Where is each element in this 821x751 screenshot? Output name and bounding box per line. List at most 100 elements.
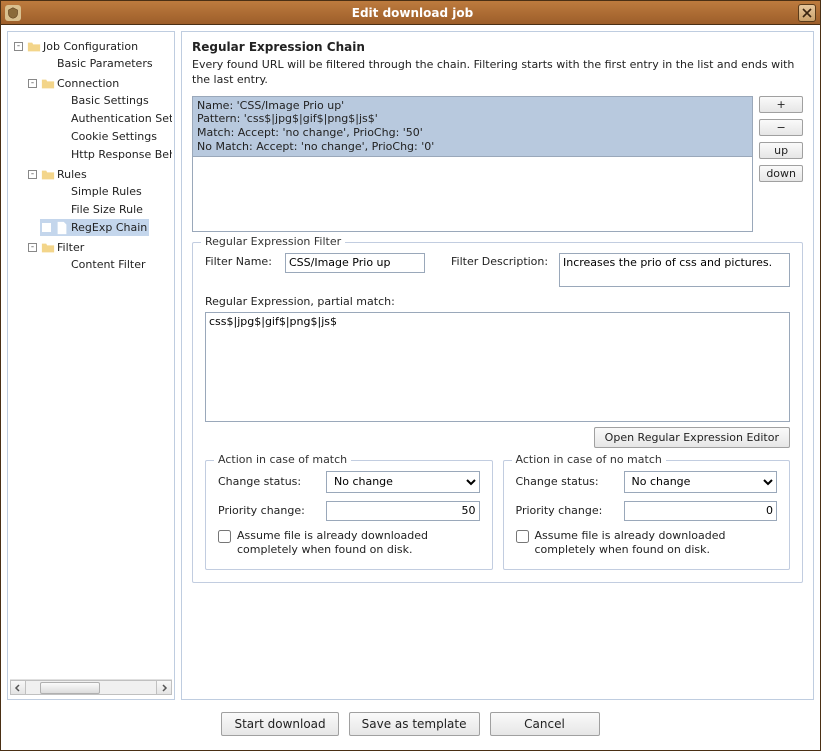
tree-label: Content Filter: [71, 256, 146, 273]
tree-label: Rules: [57, 166, 87, 183]
tree-item-basic-settings[interactable]: Basic Settings: [40, 92, 151, 109]
tree-item-rules[interactable]: - Rules: [26, 166, 89, 183]
page-icon: [55, 112, 69, 126]
remove-chain-button[interactable]: −: [759, 119, 803, 136]
regex-filter-legend: Regular Expression Filter: [201, 235, 345, 248]
tree-item-connection[interactable]: - Connection: [26, 75, 121, 92]
filter-name-input[interactable]: [285, 253, 425, 273]
open-regex-editor-button[interactable]: Open Regular Expression Editor: [594, 427, 790, 448]
chain-row: Name: 'CSS/Image Prio up' Pattern: 'css$…: [192, 96, 803, 232]
nomatch-assume-checkbox[interactable]: [516, 530, 529, 543]
regex-filter-group: Regular Expression Filter Filter Name: F…: [192, 242, 803, 584]
page-icon: [41, 57, 55, 71]
collapse-icon[interactable]: -: [14, 42, 23, 51]
tree-item-file-size-rule[interactable]: File Size Rule: [40, 201, 145, 218]
start-download-button[interactable]: Start download: [221, 712, 338, 736]
dialog-footer: Start download Save as template Cancel: [7, 706, 814, 744]
nomatch-priority-input[interactable]: [624, 501, 778, 521]
nomatch-legend: Action in case of no match: [512, 453, 666, 466]
chain-list[interactable]: Name: 'CSS/Image Prio up' Pattern: 'css$…: [192, 96, 753, 232]
page-icon: [55, 221, 69, 235]
nav-tree-panel: - Job Configuration Basic Parameters - Co…: [7, 31, 175, 700]
match-legend: Action in case of match: [214, 453, 351, 466]
open-editor-row: Open Regular Expression Editor: [205, 431, 790, 444]
folder-icon: [27, 40, 41, 54]
page-icon: [55, 130, 69, 144]
tree-label: File Size Rule: [71, 201, 143, 218]
page-icon: [55, 203, 69, 217]
page-icon: [55, 258, 69, 272]
tree-horizontal-scrollbar[interactable]: [10, 679, 172, 695]
chain-buttons: + − up down: [759, 96, 803, 182]
nav-tree: - Job Configuration Basic Parameters - Co…: [10, 36, 172, 677]
save-as-template-button[interactable]: Save as template: [349, 712, 480, 736]
filter-name-label: Filter Name:: [205, 253, 277, 268]
tree-item-authentication-settings[interactable]: Authentication Settings: [40, 110, 172, 127]
add-chain-button[interactable]: +: [759, 96, 803, 113]
match-assume-checkbox[interactable]: [218, 530, 231, 543]
tree-label: Http Response Behaviour: [71, 146, 172, 163]
scroll-left-button[interactable]: [10, 680, 26, 695]
folder-icon: [41, 168, 55, 182]
page-icon: [55, 185, 69, 199]
section-description: Every found URL will be filtered through…: [192, 58, 803, 88]
match-priority-label: Priority change:: [218, 504, 318, 517]
tree-root-job-configuration[interactable]: - Job Configuration: [12, 38, 140, 55]
tree-item-basic-parameters[interactable]: Basic Parameters: [26, 55, 155, 72]
filter-name-row: Filter Name: Filter Description: Increas…: [205, 253, 790, 287]
page-icon: [55, 148, 69, 162]
actions-row: Action in case of match Change status: N…: [205, 454, 790, 571]
tree-label: Authentication Settings: [71, 110, 172, 127]
tree-item-regexp-chain[interactable]: RegExp Chain: [40, 219, 149, 236]
tree-label: RegExp Chain: [71, 219, 147, 236]
regex-input[interactable]: css$|jpg$|gif$|png$|js$: [205, 312, 790, 422]
nomatch-assume-label: Assume file is already downloaded comple…: [535, 529, 778, 558]
scroll-track[interactable]: [26, 680, 156, 695]
nomatch-action-group: Action in case of no match Change status…: [503, 460, 791, 571]
tree-label: Simple Rules: [71, 183, 142, 200]
panels: - Job Configuration Basic Parameters - Co…: [7, 31, 814, 700]
content-panel: Regular Expression Chain Every found URL…: [181, 31, 814, 700]
nomatch-status-select[interactable]: No change: [624, 471, 778, 493]
tree-label: Basic Settings: [71, 92, 149, 109]
dialog-body: - Job Configuration Basic Parameters - Co…: [1, 25, 820, 750]
collapse-icon[interactable]: -: [28, 170, 37, 179]
folder-icon: [41, 77, 55, 91]
match-status-label: Change status:: [218, 475, 318, 488]
dialog-window: Edit download job - Job Configuration: [0, 0, 821, 751]
chain-item-line: Name: 'CSS/Image Prio up': [197, 99, 748, 113]
tree-label: Basic Parameters: [57, 55, 153, 72]
collapse-icon[interactable]: -: [28, 79, 37, 88]
scroll-right-button[interactable]: [156, 680, 172, 695]
move-down-button[interactable]: down: [759, 165, 803, 182]
filter-description-input[interactable]: Increases the prio of css and pictures.: [559, 253, 790, 287]
cancel-button[interactable]: Cancel: [490, 712, 600, 736]
page-icon: [55, 94, 69, 108]
chain-item-line: Pattern: 'css$|jpg$|gif$|png$|js$': [197, 112, 748, 126]
tree-label: Cookie Settings: [71, 128, 157, 145]
app-icon: [5, 5, 21, 21]
tree-item-http-response[interactable]: Http Response Behaviour: [40, 146, 172, 163]
match-assume-label: Assume file is already downloaded comple…: [237, 529, 480, 558]
tree-item-simple-rules[interactable]: Simple Rules: [40, 183, 144, 200]
chain-item-line: No Match: Accept: 'no change', PrioChg: …: [197, 140, 748, 154]
match-status-select[interactable]: No change: [326, 471, 480, 493]
match-priority-input[interactable]: [326, 501, 480, 521]
move-up-button[interactable]: up: [759, 142, 803, 159]
chain-list-item[interactable]: Name: 'CSS/Image Prio up' Pattern: 'css$…: [193, 97, 752, 157]
tree-label: Connection: [57, 75, 119, 92]
tree-label: Job Configuration: [43, 38, 138, 55]
tree-label: Filter: [57, 239, 84, 256]
tree-item-content-filter[interactable]: Content Filter: [40, 256, 148, 273]
folder-icon: [41, 241, 55, 255]
match-action-group: Action in case of match Change status: N…: [205, 460, 493, 571]
titlebar: Edit download job: [1, 1, 820, 25]
collapse-icon[interactable]: -: [28, 243, 37, 252]
close-button[interactable]: [798, 4, 816, 22]
tree-item-cookie-settings[interactable]: Cookie Settings: [40, 128, 159, 145]
filter-description-label: Filter Description:: [451, 253, 551, 268]
chain-item-line: Match: Accept: 'no change', PrioChg: '50…: [197, 126, 748, 140]
scroll-thumb[interactable]: [40, 682, 100, 694]
tree-item-filter[interactable]: - Filter: [26, 239, 86, 256]
nomatch-priority-label: Priority change:: [516, 504, 616, 517]
